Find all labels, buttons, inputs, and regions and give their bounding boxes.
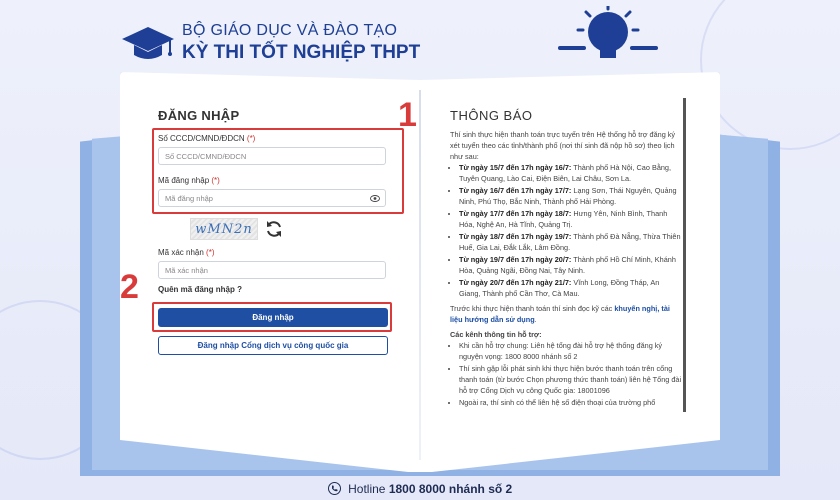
captcha-image: wMN2n: [190, 218, 258, 240]
notice-intro: Thí sinh thực hiện thanh toán trực tuyến…: [450, 130, 676, 161]
notice-advice: Trước khi thực hiện thanh toán thí sinh …: [450, 304, 670, 324]
support-channel-item: Khi cần hỗ trợ chung: Liên hệ tổng đài h…: [459, 340, 682, 362]
captcha-field-label: Mã xác nhận: [158, 248, 204, 257]
support-channel-item: Ngoài ra, thí sinh có thể liên hệ số điệ…: [459, 397, 682, 408]
login-panel: ĐĂNG NHẬP: [158, 108, 394, 123]
book-spine: [419, 90, 421, 460]
schedule-item: Từ ngày 15/7 đến 17h ngày 16/7: Thành ph…: [459, 162, 682, 184]
gov-portal-login-button[interactable]: Đăng nhập Cổng dịch vụ công quốc gia: [158, 336, 388, 355]
login-title: ĐĂNG NHẬP: [158, 108, 240, 123]
schedule-item: Từ ngày 18/7 đến 17h ngày 19/7: Thành ph…: [459, 231, 682, 253]
notice-scrollbar[interactable]: [683, 98, 686, 412]
captcha-field-group: Mã xác nhận (*) Mã xác nhận: [158, 248, 386, 279]
schedule-item: Từ ngày 20/7 đến 17h ngày 21/7: Vĩnh Lon…: [459, 277, 682, 299]
hotline-footer: Hotline 1800 8000 nhánh số 2: [0, 482, 840, 496]
lightbulb-icon: [558, 6, 658, 58]
annotation-number-1: 1: [398, 96, 417, 134]
schedule-item: Từ ngày 16/7 đến 17h ngày 17/7: Lạng Sơn…: [459, 185, 682, 207]
required-mark: (*): [206, 248, 215, 257]
forgot-password-link[interactable]: Quên mã đăng nhập ?: [158, 285, 242, 294]
captcha-placeholder: Mã xác nhận: [165, 265, 208, 275]
notice-title: THÔNG BÁO: [450, 108, 533, 123]
annotation-box-1: [152, 128, 404, 214]
graduation-cap-icon: [122, 27, 174, 59]
login-button[interactable]: Đăng nhập: [158, 308, 388, 327]
site-header: BỘ GIÁO DỤC VÀ ĐÀO TẠO KỲ THI TỐT NGHIỆP…: [120, 18, 420, 68]
schedule-list: Từ ngày 15/7 đến 17h ngày 16/7: Thành ph…: [450, 162, 682, 299]
support-channel-item: Thí sinh gặp lỗi phát sinh khi thực hiện…: [459, 363, 682, 396]
support-channels-list: Khi cần hỗ trợ chung: Liên hệ tổng đài h…: [450, 340, 682, 408]
decor-circle: [700, 0, 840, 150]
exam-title: KỲ THI TỐT NGHIỆP THPT: [182, 42, 421, 63]
ministry-name: BỘ GIÁO DỤC VÀ ĐÀO TẠO: [182, 22, 398, 39]
annotation-number-2: 2: [120, 268, 139, 306]
notice-panel: THÔNG BÁO Thí sinh thực hiện thanh toán …: [450, 108, 682, 409]
phone-icon: [327, 482, 341, 495]
captcha-text: wMN2n: [195, 221, 253, 237]
schedule-item: Từ ngày 19/7 đến 17h ngày 20/7: Thành ph…: [459, 254, 682, 276]
hotline-label: Hotline: [348, 482, 386, 496]
hotline-number: 1800 8000 nhánh số 2: [388, 482, 513, 496]
schedule-item: Từ ngày 17/7 đến 17h ngày 18/7: Hưng Yên…: [459, 208, 682, 230]
refresh-icon[interactable]: [264, 219, 284, 239]
captcha-input[interactable]: Mã xác nhận: [158, 261, 386, 279]
support-channels-title: Các kênh thông tin hỗ trợ:: [450, 330, 542, 339]
